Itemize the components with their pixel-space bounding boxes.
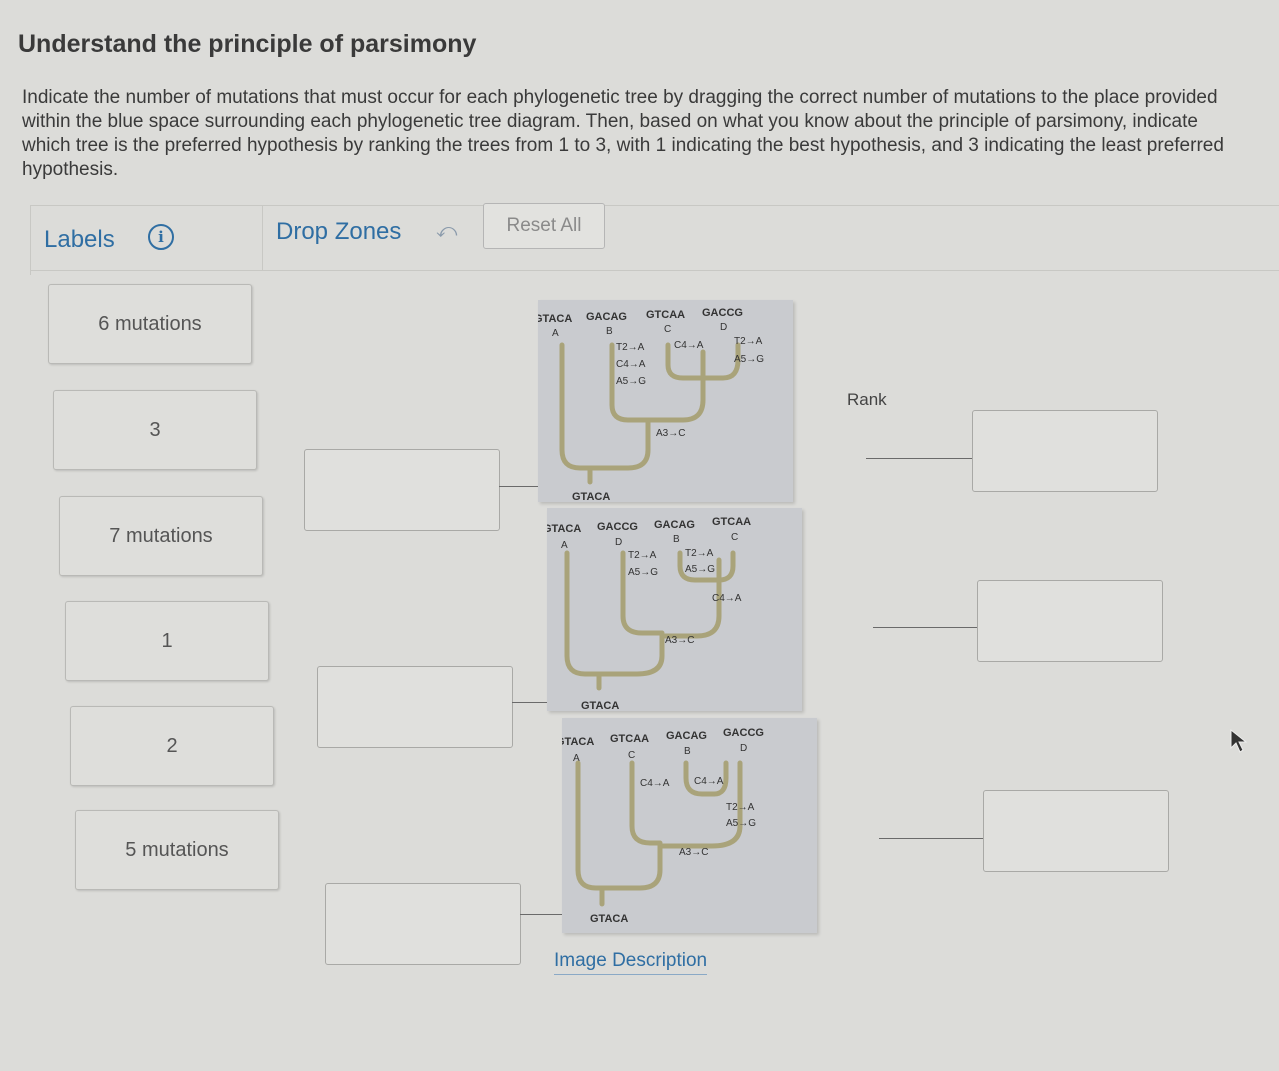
mutation-drop-zone-2[interactable] — [317, 666, 513, 748]
tip-sequence: GTACA — [538, 313, 572, 325]
mutation-label: A5→G — [616, 376, 646, 387]
label-card[interactable]: 7 mutations — [59, 496, 263, 576]
tip-label: B — [673, 534, 680, 545]
tip-sequence: GACAG — [586, 311, 627, 323]
tip-label: C — [664, 324, 671, 335]
label-card-text: 5 mutations — [125, 838, 229, 861]
mutation-label: C4→A — [674, 340, 704, 351]
tip-label: A — [561, 540, 568, 551]
mutation-label: A5→G — [726, 818, 756, 829]
phylogenetic-tree-1: GTACA GACAG GTCAA GACCG A B C D T2→A C4→… — [538, 300, 793, 502]
tip-label: D — [740, 743, 747, 754]
mutation-label: A3→C — [656, 428, 685, 439]
label-card-text: 3 — [149, 418, 161, 441]
mutation-label: C4→A — [616, 359, 646, 370]
tip-label: B — [606, 326, 613, 337]
image-description-link[interactable]: Image Description — [554, 950, 708, 975]
mutation-label: T2→A — [616, 342, 645, 353]
mutation-label: T2→A — [685, 548, 714, 559]
phylogenetic-tree-3: GTACA GTCAA GACAG GACCG A C B D C4→A C4→… — [562, 718, 817, 933]
tip-sequence: GACAG — [654, 519, 695, 531]
mutation-label: A5→G — [734, 354, 764, 365]
column-divider-left — [30, 205, 31, 275]
mutation-label: A5→G — [685, 564, 715, 575]
label-card[interactable]: 1 — [65, 601, 269, 681]
tip-sequence: GTCAA — [646, 309, 685, 321]
page-title: Understand the principle of parsimony — [18, 30, 477, 58]
mutation-label: T2→A — [734, 336, 763, 347]
phylogenetic-tree-2: GTACA GACCG GACAG GTCAA A D B C T2→A A5→… — [547, 508, 802, 711]
mutation-label: A5→G — [628, 567, 658, 578]
tip-label: A — [573, 753, 580, 764]
labels-heading: Labels — [44, 226, 115, 253]
label-card-text: 1 — [161, 629, 173, 652]
rank-drop-zone-3[interactable] — [983, 790, 1169, 872]
rank-drop-zone-1[interactable] — [972, 410, 1158, 492]
tip-label: C — [731, 532, 738, 543]
tip-label: C — [628, 750, 635, 761]
root-sequence: GTACA — [581, 700, 619, 711]
column-divider — [262, 205, 263, 270]
instructions-text: Indicate the number of mutations that mu… — [22, 87, 1224, 180]
label-card[interactable]: 5 mutations — [75, 810, 279, 890]
label-card-text: 7 mutations — [109, 524, 213, 547]
mutation-label: A3→C — [679, 847, 708, 858]
root-sequence: GTACA — [572, 491, 610, 502]
tip-label: D — [615, 537, 622, 548]
tip-sequence: GACAG — [666, 730, 707, 742]
tip-sequence: GTACA — [547, 523, 581, 535]
tip-label: A — [552, 328, 559, 339]
undo-icon[interactable]: ⤺ — [436, 220, 457, 243]
tip-label: D — [720, 322, 727, 333]
rank-connector — [866, 458, 972, 459]
mutation-label: C4→A — [694, 776, 724, 787]
header-divider — [30, 205, 1279, 206]
mouse-cursor-icon — [1230, 728, 1248, 753]
label-card[interactable]: 2 — [70, 706, 274, 786]
mutation-label: T2→A — [726, 802, 755, 813]
tip-sequence: GTCAA — [610, 733, 649, 745]
tree-diagram: GTACA GACCG GACAG GTCAA A D B C T2→A A5→… — [547, 516, 751, 711]
tip-label: B — [684, 746, 691, 757]
label-card[interactable]: 3 — [53, 390, 257, 470]
label-card[interactable]: 6 mutations — [48, 284, 252, 364]
rank-drop-zone-2[interactable] — [977, 580, 1163, 662]
label-card-text: 2 — [166, 734, 178, 757]
tree-diagram: GTACA GTCAA GACAG GACCG A C B D C4→A C4→… — [562, 727, 764, 925]
tip-sequence: GACCG — [597, 521, 638, 533]
rank-label: Rank — [847, 390, 887, 409]
mutation-label: C4→A — [640, 778, 670, 789]
rank-connector — [873, 627, 977, 628]
info-icon[interactable]: i — [148, 224, 174, 250]
drop-zones-heading: Drop Zones — [276, 218, 402, 245]
root-sequence: GTACA — [590, 913, 628, 925]
mutation-label: A3→C — [665, 635, 694, 646]
mutation-drop-zone-1[interactable] — [304, 449, 500, 531]
rank-connector — [879, 838, 983, 839]
mutation-drop-zone-3[interactable] — [325, 883, 521, 965]
tip-sequence: GACCG — [702, 307, 743, 319]
mutation-label: T2→A — [628, 550, 657, 561]
tip-sequence: GACCG — [723, 727, 764, 739]
tip-sequence: GTACA — [562, 736, 594, 748]
reset-all-button[interactable]: Reset All — [483, 203, 605, 249]
header-row-divider — [30, 270, 1279, 271]
label-card-text: 6 mutations — [98, 312, 202, 335]
tree-diagram: GTACA GACAG GTCAA GACCG A B C D T2→A C4→… — [538, 307, 764, 502]
tip-sequence: GTCAA — [712, 516, 751, 528]
mutation-label: C4→A — [712, 593, 742, 604]
